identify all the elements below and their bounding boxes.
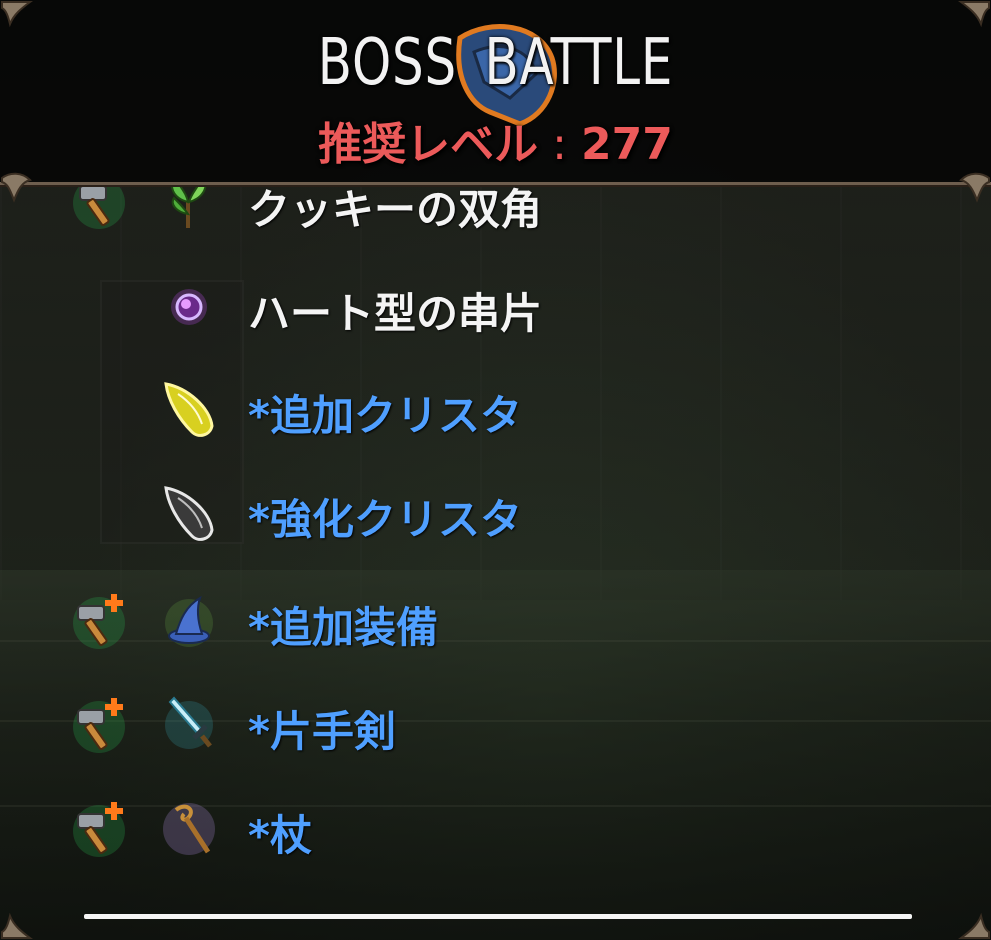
item-label: *片手剣	[248, 707, 396, 756]
ornament-corner-icon	[1, 912, 33, 939]
leaf-horn-icon	[171, 182, 207, 228]
ornament-corner-icon	[0, 172, 32, 203]
item-label: *杖	[248, 811, 312, 860]
purple-orb-icon	[171, 289, 207, 325]
hammer-plus-icon	[73, 594, 125, 649]
hammer-drop-icon: Drop	[73, 182, 126, 229]
list-item[interactable]: *杖	[0, 798, 991, 898]
list-item[interactable]: *追加装備	[0, 590, 991, 690]
hammer-plus-icon	[73, 698, 125, 753]
item-label: *追加クリスタ	[248, 391, 522, 440]
item-label: ハート型の串片	[248, 289, 543, 338]
white-crystal-icon	[164, 486, 214, 541]
list-item[interactable]: *追加クリスタ	[0, 378, 991, 478]
sword-icon	[165, 696, 213, 749]
header-bar: BOSS BATTLE 推奨レベル:277	[0, 0, 991, 185]
staff-icon	[163, 803, 215, 855]
item-label: クッキーの双角	[248, 185, 543, 234]
item-label: *強化クリスタ	[248, 495, 522, 544]
wizard-hat-icon	[165, 595, 213, 647]
recommended-level: 推奨レベル:277	[0, 108, 991, 172]
level-separator: :	[552, 119, 567, 170]
hammer-plus-icon	[73, 802, 125, 857]
scrollbar[interactable]	[84, 914, 912, 919]
ornament-corner-icon	[958, 912, 990, 939]
list-item[interactable]: Drop クッキーの双角	[0, 182, 991, 272]
drop-list[interactable]: Drop クッキーの双角 ハート型の串片	[0, 182, 991, 902]
list-item[interactable]: *強化クリスタ	[0, 482, 991, 582]
yellow-crystal-icon	[164, 382, 214, 437]
list-item[interactable]: ハート型の串片	[0, 276, 991, 376]
level-label: 推奨レベル	[318, 119, 539, 170]
ornament-corner-icon	[0, 0, 33, 28]
level-value: 277	[580, 119, 673, 170]
item-label: *追加装備	[248, 603, 438, 652]
page-title: BOSS BATTLE	[317, 26, 674, 100]
ornament-corner-icon	[958, 1, 990, 28]
boss-battle-screen: Drop クッキーの双角 ハート型の串片	[0, 0, 991, 940]
ornament-corner-icon	[959, 172, 990, 203]
list-item[interactable]: *片手剣	[0, 694, 991, 794]
